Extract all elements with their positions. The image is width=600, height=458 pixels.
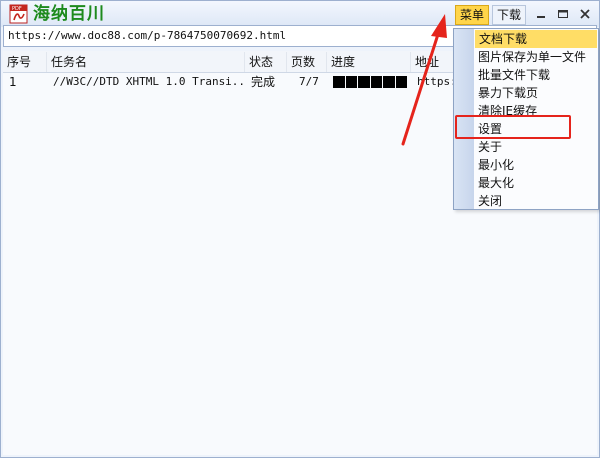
- minimize-icon[interactable]: [532, 5, 550, 23]
- settings-highlight-box: [455, 115, 571, 139]
- title-bar: PDF 海纳百川 菜单 下载: [1, 1, 599, 27]
- column-header-pages[interactable]: 页数: [287, 52, 327, 72]
- column-header-progress[interactable]: 进度: [327, 52, 411, 72]
- row-address: https:: [417, 75, 453, 88]
- pdf-icon: PDF: [9, 4, 28, 24]
- row-pages: 7/7: [299, 75, 319, 88]
- column-header-index[interactable]: 序号: [3, 52, 47, 72]
- menu-item-doc-download[interactable]: 文档下载: [475, 30, 597, 48]
- row-progress-bar: [333, 76, 407, 88]
- download-button[interactable]: 下载: [492, 5, 527, 25]
- row-task-name: //W3C//DTD XHTML 1.0 Transi...: [53, 75, 245, 88]
- row-index: 1: [9, 75, 17, 89]
- row-status: 完成: [251, 75, 276, 89]
- column-header-name[interactable]: 任务名: [47, 52, 245, 72]
- menu-item-close[interactable]: 关闭: [474, 192, 598, 210]
- menu-item-batch-download[interactable]: 批量文件下载: [474, 66, 598, 84]
- progress-segment: [358, 76, 370, 88]
- progress-segment: [345, 76, 357, 88]
- menu-item-save-images-single-file[interactable]: 图片保存为单一文件: [474, 48, 598, 66]
- maximize-icon[interactable]: [554, 5, 572, 23]
- app-window: PDF 海纳百川 菜单 下载 https://www.doc88.com/p-7…: [0, 0, 600, 458]
- svg-text:PDF: PDF: [12, 6, 22, 12]
- close-icon[interactable]: [576, 5, 594, 23]
- app-title: 海纳百川: [33, 4, 105, 24]
- menu-item-minimize[interactable]: 最小化: [474, 156, 598, 174]
- progress-segment: [395, 76, 407, 88]
- progress-segment: [370, 76, 382, 88]
- progress-segment: [383, 76, 395, 88]
- menu-item-about[interactable]: 关于: [474, 138, 598, 156]
- menu-item-force-download-page[interactable]: 暴力下载页: [474, 84, 598, 102]
- menu-item-maximize[interactable]: 最大化: [474, 174, 598, 192]
- column-header-status[interactable]: 状态: [245, 52, 287, 72]
- menu-button[interactable]: 菜单: [455, 5, 490, 25]
- progress-segment: [333, 76, 345, 88]
